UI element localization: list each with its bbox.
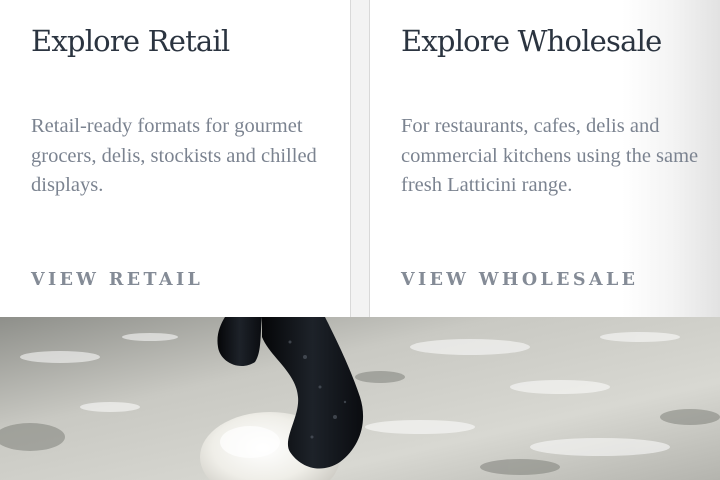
view-retail-link[interactable]: VIEW RETAIL [31,270,203,290]
retail-card[interactable]: Explore Retail Retail-ready formats for … [0,0,351,317]
wholesale-card-description: For restaurants, cafes, delis and commer… [401,115,699,196]
hero-image [0,317,720,480]
explore-cards: Explore Retail Retail-ready formats for … [0,0,720,317]
page: Explore Retail Retail-ready formats for … [0,0,720,480]
view-wholesale-link[interactable]: VIEW WHOLESALE [401,270,638,290]
retail-card-description: Retail-ready formats for gourmet grocers… [31,115,317,196]
wholesale-card[interactable]: Explore Wholesale For restaurants, cafes… [369,0,720,317]
card-gutter [351,0,369,317]
mozzarella-photo [0,317,720,480]
wholesale-card-title: Explore Wholesale [401,24,662,58]
retail-card-title: Explore Retail [31,24,230,58]
